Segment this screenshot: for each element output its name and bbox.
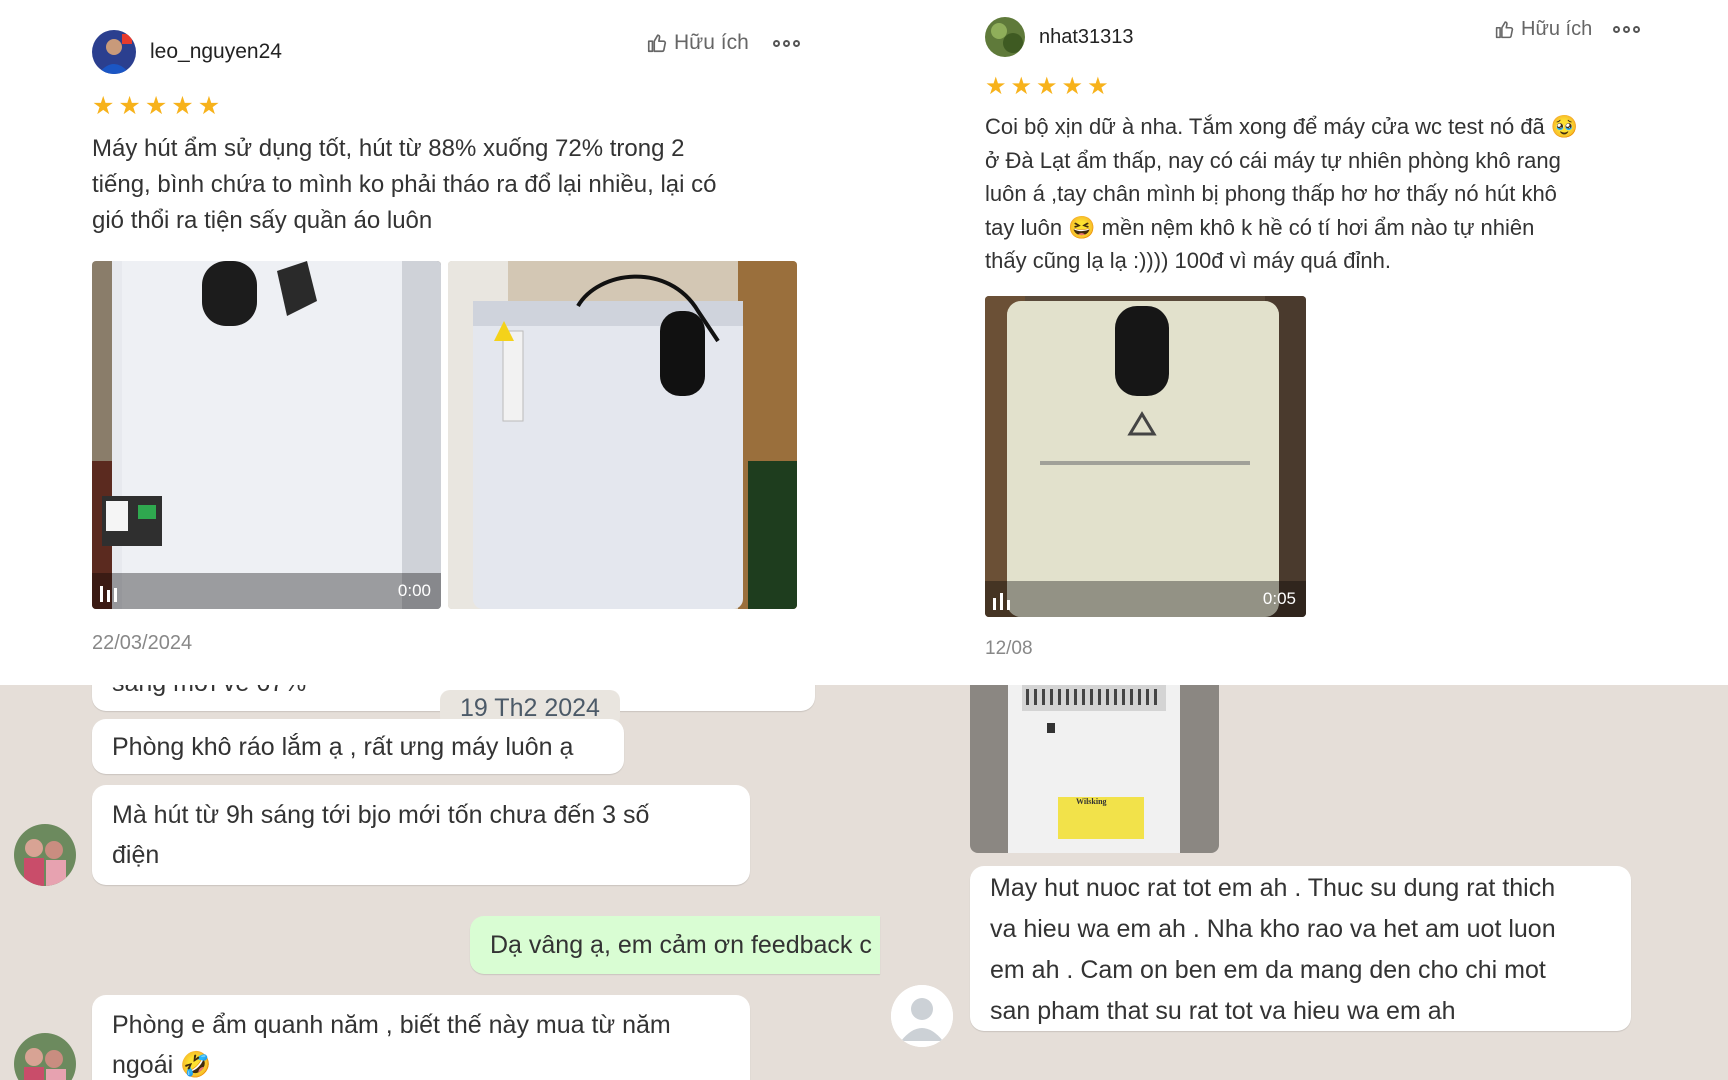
helpful-label: Hữu ích — [1521, 18, 1593, 40]
helpful-button[interactable]: Hữu ích — [1494, 18, 1592, 41]
review-text-line: tay luôn 😆 mền nệm khô k hề có tí hơi ẩm… — [985, 214, 1535, 240]
star-icon: ★ — [197, 92, 221, 120]
review-video-thumbnail[interactable]: 0:00 — [92, 261, 441, 609]
review-date: 22/03/2024 — [92, 632, 193, 654]
review-text-line: Coi bộ xịn dữ à nha. Tắm xong để máy cửa… — [985, 114, 1579, 139]
message-text: Phòng e ẩm quanh năm , biết thế này mua … — [112, 1011, 671, 1039]
video-controls — [985, 581, 1306, 617]
star-icon: ★ — [1036, 73, 1058, 100]
review-header: leo_nguyen24 — [92, 30, 282, 74]
avatar[interactable] — [92, 30, 136, 74]
message-text: ngoái 🤣 — [112, 1051, 212, 1079]
username[interactable]: leo_nguyen24 — [150, 40, 282, 64]
message-text: san pham that su rat tot va hieu wa em a… — [990, 997, 1456, 1025]
review-text-line: Máy hút ẩm sử dụng tốt, hút từ 88% xuống… — [92, 135, 685, 162]
chat-photo[interactable]: Wilsking — [970, 685, 1219, 853]
message-bubble: Phòng khô ráo lắm ạ , rất ưng máy luôn ạ — [92, 719, 624, 774]
message-bubble: Mà hút từ 9h sáng tới bjo mới tốn chưa đ… — [92, 785, 750, 885]
review-date: 12/08 — [985, 638, 1033, 659]
review-text-line: ở Đà Lạt ẩm thấp, nay có cái máy tự nhiê… — [985, 147, 1561, 173]
video-icon — [993, 593, 1010, 610]
message-text: Phòng khô ráo lắm ạ , rất ưng máy luôn ạ — [112, 733, 574, 761]
thumbs-up-icon — [1495, 21, 1514, 39]
message-text: em ah . Cam on ben em da mang den cho ch… — [990, 956, 1546, 984]
review-video-thumbnail[interactable]: 0:05 — [985, 296, 1306, 617]
review-card-right: nhat31313 Hữu ích ★ ★ ★ ★ ★ Coi bộ xịn d… — [864, 0, 1728, 685]
review-text-line: tiếng, bình chứa to mình ko phải tháo ra… — [92, 171, 717, 198]
message-bubble: Phòng e ẩm quanh năm , biết thế này mua … — [92, 995, 750, 1080]
message-text: Mà hút từ 9h sáng tới bjo mới tốn chưa đ… — [112, 801, 650, 829]
dehumidifier-photo — [92, 261, 441, 609]
review-card-left: leo_nguyen24 Hữu ích ★ ★ ★ ★ ★ Máy hút ẩ… — [0, 0, 864, 685]
review-text: Coi bộ xịn dữ à nha. Tắm xong để máy cửa… — [985, 110, 1685, 278]
review-header: nhat31313 — [985, 17, 1134, 57]
video-duration: 0:05 — [1262, 589, 1296, 608]
message-text: điện — [112, 841, 160, 869]
message-text: sáng mới về 67% — [112, 685, 306, 697]
more-options-icon[interactable] — [773, 40, 800, 47]
avatar[interactable] — [14, 824, 76, 886]
review-text: Máy hút ẩm sử dụng tốt, hút từ 88% xuống… — [92, 131, 812, 239]
label-brand-text: Wilsking — [1076, 797, 1107, 806]
review-text-line: luôn á ,tay chân mình bị phong thấp hơ h… — [985, 181, 1557, 206]
star-icon: ★ — [92, 92, 115, 120]
more-options-icon[interactable] — [1613, 26, 1640, 33]
message-bubble: May hut nuoc rat tot em ah . Thuc su dun… — [970, 866, 1631, 1031]
star-rating: ★ ★ ★ ★ ★ — [92, 94, 220, 119]
username[interactable]: nhat31313 — [1039, 26, 1134, 49]
star-icon: ★ — [171, 92, 194, 120]
star-rating: ★ ★ ★ ★ ★ — [985, 75, 1109, 99]
dehumidifier-photo — [448, 261, 797, 609]
star-icon: ★ — [144, 92, 168, 120]
star-icon: ★ — [118, 92, 141, 120]
avatar[interactable] — [985, 17, 1025, 57]
avatar-placeholder[interactable] — [891, 985, 953, 1047]
dehumidifier-photo — [985, 296, 1306, 617]
helpful-label: Hữu ích — [674, 31, 749, 54]
dehumidifier-photo — [970, 685, 1219, 853]
thumbs-up-icon — [647, 34, 667, 53]
video-icon — [100, 586, 117, 602]
message-bubble-outgoing: Dạ vâng ạ, em cảm ơn feedback c — [470, 916, 880, 974]
star-icon: ★ — [985, 73, 1007, 100]
default-user-icon — [891, 985, 953, 1047]
review-photo-thumbnail[interactable] — [448, 261, 797, 609]
avatar[interactable] — [14, 1033, 76, 1080]
review-text-line: thấy cũng lạ lạ :)))) 100đ vì máy quá đỉ… — [985, 248, 1391, 273]
video-duration: 0:00 — [397, 581, 431, 600]
star-icon: ★ — [1010, 73, 1033, 100]
message-text: May hut nuoc rat tot em ah . Thuc su dun… — [990, 874, 1556, 902]
helpful-button[interactable]: Hữu ích — [646, 31, 749, 55]
message-text: Dạ vâng ạ, em cảm ơn feedback c — [490, 931, 872, 959]
video-controls — [92, 573, 441, 609]
star-icon: ★ — [1061, 73, 1084, 100]
chat-screenshot: sáng mới về 67% 19 Th2 2024 Phòng khô rá… — [0, 685, 1728, 1080]
message-text: va hieu wa em ah . Nha kho rao va het am… — [990, 915, 1556, 943]
review-text-line: gió thổi ra tiện sấy quần áo luôn — [92, 207, 433, 234]
star-icon: ★ — [1087, 73, 1109, 100]
